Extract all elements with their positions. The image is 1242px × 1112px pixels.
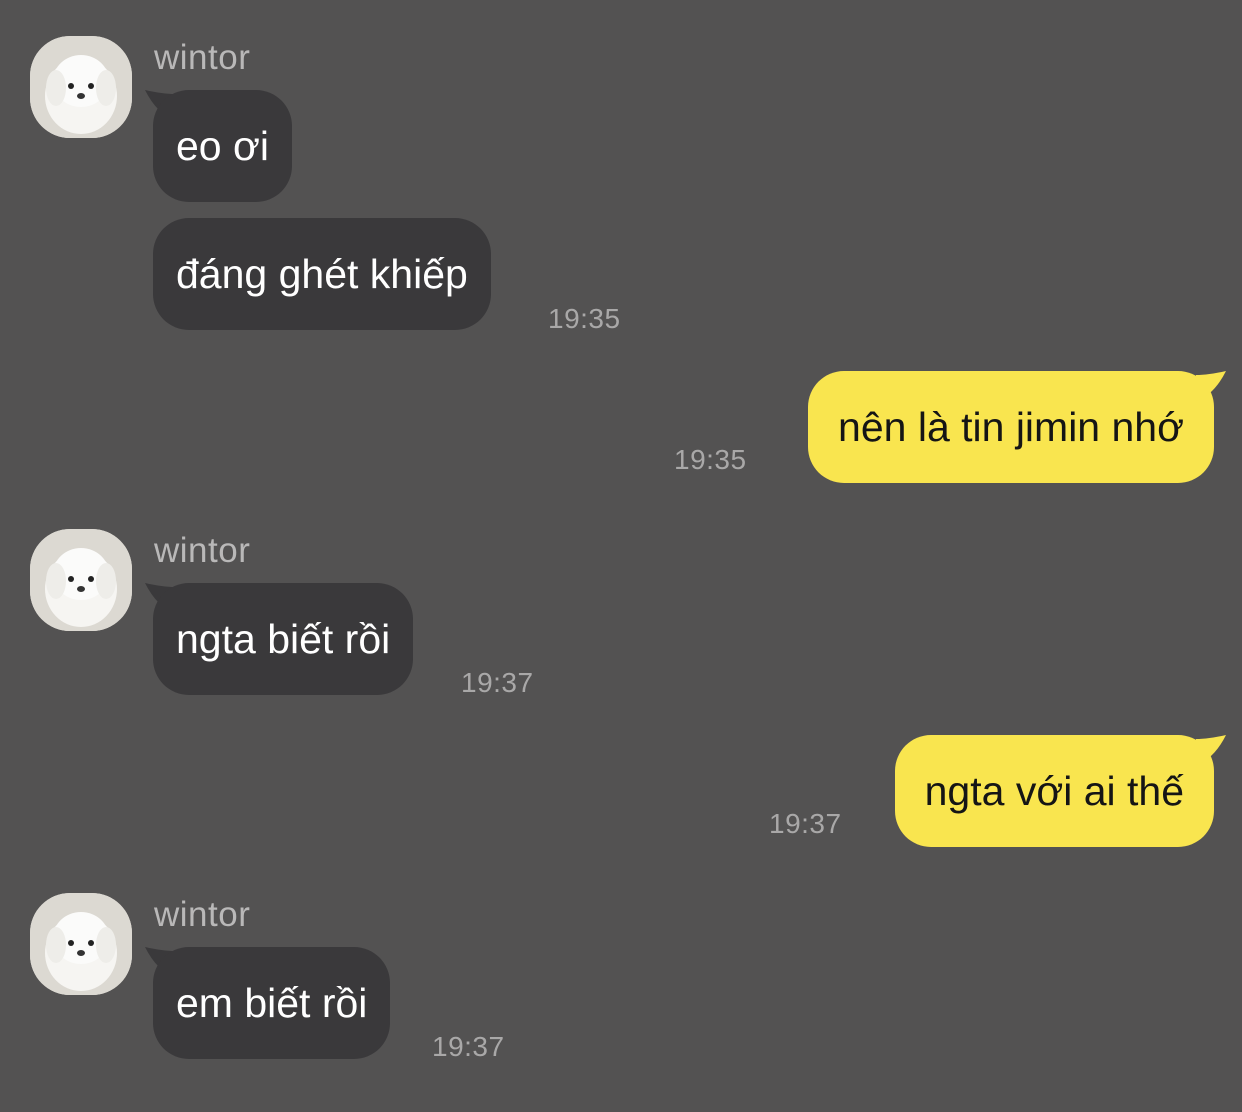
sender-avatar[interactable] [30, 529, 132, 631]
sender-avatar[interactable] [30, 36, 132, 138]
message-timestamp: 19:37 [769, 808, 842, 839]
message-text: đáng ghét khiếp [176, 251, 468, 297]
message-timestamp: 19:35 [674, 444, 747, 475]
message-text: eo ơi [176, 123, 269, 169]
incoming-message-bubble[interactable]: eo ơi [153, 90, 292, 202]
message-text: ngta biết rồi [176, 616, 391, 662]
incoming-message-bubble[interactable]: ngta biết rồi [153, 583, 414, 695]
puppy-avatar-icon [30, 893, 132, 995]
sender-name: wintor [154, 38, 251, 77]
sender-name: wintor [154, 895, 251, 934]
outgoing-message-bubble[interactable]: ngta với ai thế [894, 735, 1214, 847]
bubble-tail-icon [1196, 371, 1226, 401]
sender-avatar[interactable] [30, 893, 132, 995]
message-timestamp: 19:37 [461, 667, 534, 698]
puppy-avatar-icon [30, 529, 132, 631]
puppy-avatar-icon [30, 36, 132, 138]
outgoing-message-bubble[interactable]: nên là tin jimin nhớ [808, 371, 1214, 483]
message-text: ngta với ai thế [924, 768, 1184, 814]
bubble-tail-icon [1196, 735, 1226, 765]
sender-name: wintor [154, 531, 251, 570]
incoming-message-bubble[interactable]: đáng ghét khiếp [153, 218, 491, 330]
message-text: nên là tin jimin nhớ [838, 404, 1184, 450]
message-text: em biết rồi [176, 980, 368, 1026]
incoming-message-bubble[interactable]: em biết rồi [153, 947, 391, 1059]
message-timestamp: 19:37 [432, 1031, 505, 1062]
message-timestamp: 19:35 [548, 303, 621, 334]
